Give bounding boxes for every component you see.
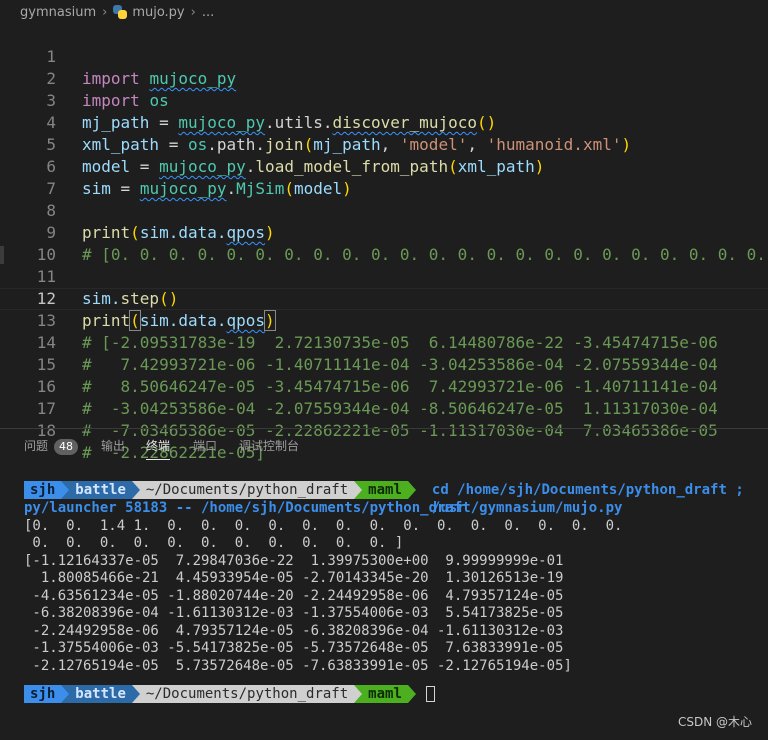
breadcrumb-file[interactable]: mujo.py	[132, 5, 184, 20]
terminal-cursor[interactable]	[425, 686, 435, 702]
terminal-output-line: 1.80085466e-21 4.45933954e-05 -2.7014334…	[24, 570, 564, 586]
code-line[interactable]: 5 model = mujoco_py.load_model_from_path…	[0, 112, 768, 176]
code-line[interactable]: 6 sim = mujoco_py.MjSim(model)	[0, 134, 768, 198]
terminal-output-line: [0. 0. 1.4 1. 0. 0. 0. 0. 0. 0. 0. 0. 0.…	[24, 518, 623, 534]
code-line[interactable]: 18 # -2.22862221e-05]	[0, 398, 768, 462]
code-line[interactable]: 1 import mujoco_py	[0, 24, 768, 88]
terminal-command-continued: py/launcher 58183 -- /home/sjh/Documents…	[24, 500, 623, 516]
prompt-user: sjh	[24, 685, 62, 703]
problems-count-badge: 48	[54, 439, 79, 455]
code-line[interactable]: 3 mj_path = mujoco_py.utils.discover_muj…	[0, 68, 768, 132]
watermark: CSDN @木心	[677, 715, 752, 729]
terminal-prompt: sjh battle ~/Documents/python_draft maml	[24, 685, 435, 703]
tab-terminal[interactable]: 终端	[146, 437, 171, 460]
terminal-output-line: 0. 0. 0. 0. 0. 0. 0. 0. 0. 0. 0. ]	[24, 535, 404, 551]
code-line[interactable]: 15 # 8.50646247e-05 -3.45474715e-06 7.42…	[0, 332, 768, 396]
panel-tabs: 问题 48 输出 终端 端口 调试控制台	[0, 429, 768, 463]
prompt-host: battle	[69, 481, 132, 499]
tab-debug-console[interactable]: 调试控制台	[239, 437, 299, 459]
terminal-output-line: -2.24492958e-06 4.79357124e-05 -6.382083…	[24, 623, 564, 639]
code-line[interactable]: 8 print(sim.data.qpos)	[0, 178, 768, 242]
tab-ports[interactable]: 端口	[193, 437, 217, 459]
python-file-icon	[113, 5, 128, 19]
terminal-prompt: sjh battle ~/Documents/python_draft maml…	[24, 481, 768, 516]
code-line[interactable]: 9 # [0. 0. 0. 0. 0. 0. 0. 0. 0. 0. 0. 0.…	[0, 200, 768, 264]
prompt-host: battle	[69, 685, 132, 703]
code-editor[interactable]: 1 import mujoco_py 2 import os 3 mj_path…	[0, 24, 768, 462]
tab-problems[interactable]: 问题 48	[24, 437, 79, 459]
code-line[interactable]: 10	[0, 222, 768, 264]
terminal-output-line: -4.63561234e-05 -1.88020744e-20 -2.24492…	[24, 588, 564, 604]
breadcrumb-more[interactable]: ...	[202, 5, 214, 20]
chevron-right-icon: ›	[102, 4, 108, 20]
prompt-git-branch: maml	[362, 481, 408, 499]
terminal-output-line: -2.12765194e-05 5.73572648e-05 -7.638339…	[24, 658, 572, 674]
code-line[interactable]: 4 xml_path = os.path.join(mj_path, 'mode…	[0, 90, 768, 154]
code-line[interactable]: 11 sim.step()	[0, 244, 768, 308]
code-line[interactable]: 12 print(sim.data.qpos)	[0, 266, 768, 331]
code-line[interactable]: 13 # [-2.09531783e-19 2.72130735e-05 6.1…	[0, 288, 768, 352]
code-line[interactable]: 7	[0, 156, 768, 198]
terminal-output-line: -6.38208396e-04 -1.61130312e-03 -1.37554…	[24, 605, 564, 621]
terminal-output-line: -1.37554006e-03 -5.54173825e-05 -5.73572…	[24, 640, 564, 656]
tab-output[interactable]: 输出	[101, 437, 125, 459]
prompt-user: sjh	[24, 481, 62, 499]
breadcrumb: gymnasium › mujo.py › ...	[0, 0, 768, 24]
code-line[interactable]: 2 import os	[0, 46, 768, 110]
prompt-git-branch: maml	[362, 685, 408, 703]
code-line[interactable]: 17 # -7.03465386e-05 -2.22862221e-05 -1.…	[0, 376, 768, 440]
code-line[interactable]: 14 # 7.42993721e-06 -1.40711141e-04 -3.0…	[0, 310, 768, 374]
terminal-command: cd /home/sjh/Documents/python_draft ; /u…	[431, 482, 744, 516]
code-line[interactable]: 16 # -3.04253586e-04 -2.07559344e-04 -8.…	[0, 354, 768, 418]
prompt-directory: ~/Documents/python_draft	[139, 685, 355, 703]
breadcrumb-folder[interactable]: gymnasium	[20, 5, 96, 20]
chevron-right-icon: ›	[190, 4, 196, 20]
terminal[interactable]: sjh battle ~/Documents/python_draft maml…	[0, 470, 768, 740]
terminal-output-line: [-1.12164337e-05 7.29847036e-22 1.399753…	[24, 553, 564, 569]
prompt-directory: ~/Documents/python_draft	[139, 481, 355, 499]
